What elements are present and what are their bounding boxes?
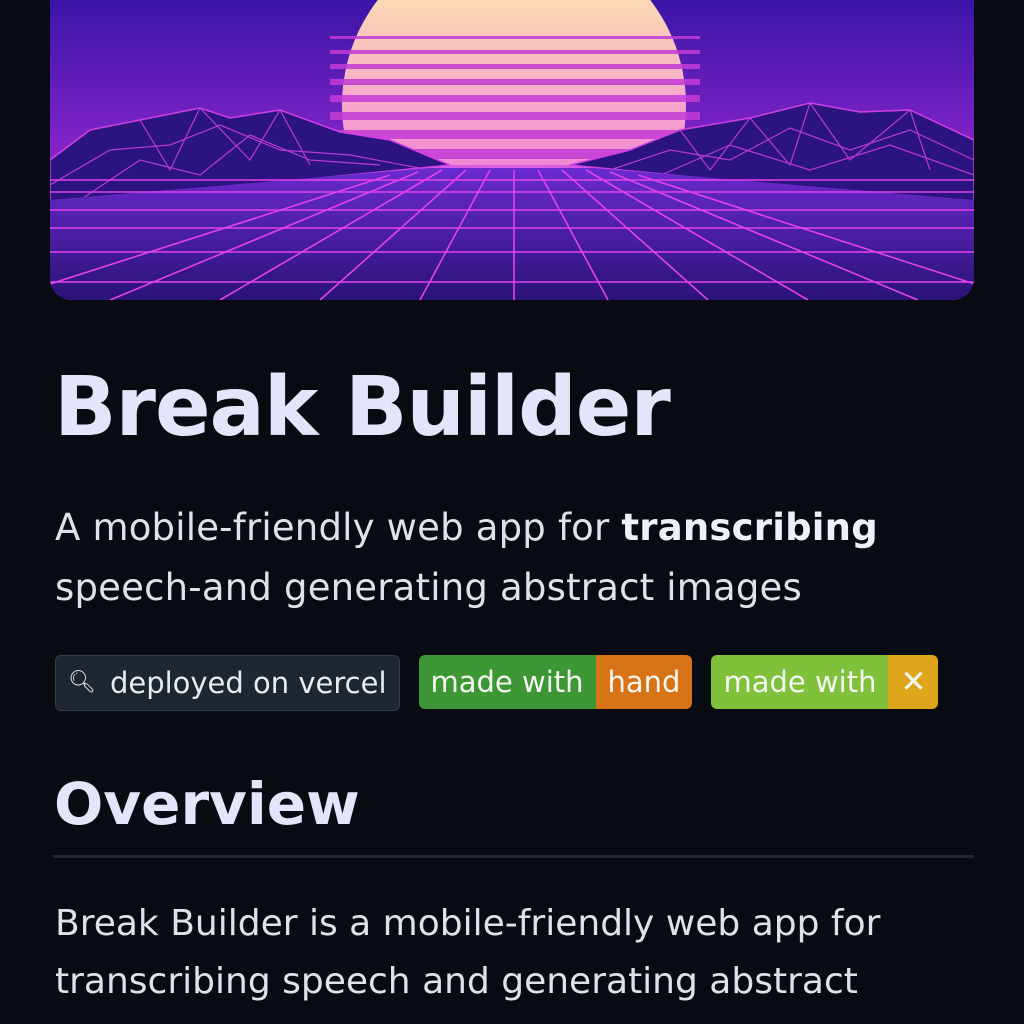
- overview-text: Break Builder is a mobile-friendly web a…: [55, 903, 881, 1002]
- made-with-x-badge[interactable]: made with ✕: [711, 655, 939, 709]
- subtitle-text: A mobile-friendly web app for: [55, 506, 622, 549]
- overview-heading: Overview: [54, 770, 360, 838]
- x-icon: ✕: [888, 655, 939, 709]
- made-with-hand-badge[interactable]: made with hand: [418, 655, 693, 709]
- search-icon: 🔍︎: [68, 669, 96, 695]
- project-subtitle: A mobile-friendly web app for transcribi…: [55, 498, 955, 618]
- badge-right-label: hand: [595, 655, 693, 709]
- badge-left-label: made with: [711, 655, 889, 709]
- heading-divider: [53, 855, 974, 858]
- vercel-badge-label: deployed on vercel: [109, 666, 387, 700]
- badge-left-label: made with: [418, 655, 596, 709]
- subtitle-emphasis: transcribing: [621, 506, 878, 549]
- deployed-on-vercel-badge[interactable]: 🔍︎ deployed on vercel: [55, 655, 400, 711]
- synthwave-illustration: [50, 0, 974, 300]
- subtitle-text-continued: speech-and generating abstract images: [55, 566, 803, 609]
- badge-row: 🔍︎ deployed on vercel made with hand mad…: [55, 655, 939, 711]
- project-title: Break Builder: [54, 360, 671, 455]
- readme-page: Break Builder A mobile-friendly web app …: [0, 0, 1024, 1024]
- hero-banner-image: [50, 0, 974, 300]
